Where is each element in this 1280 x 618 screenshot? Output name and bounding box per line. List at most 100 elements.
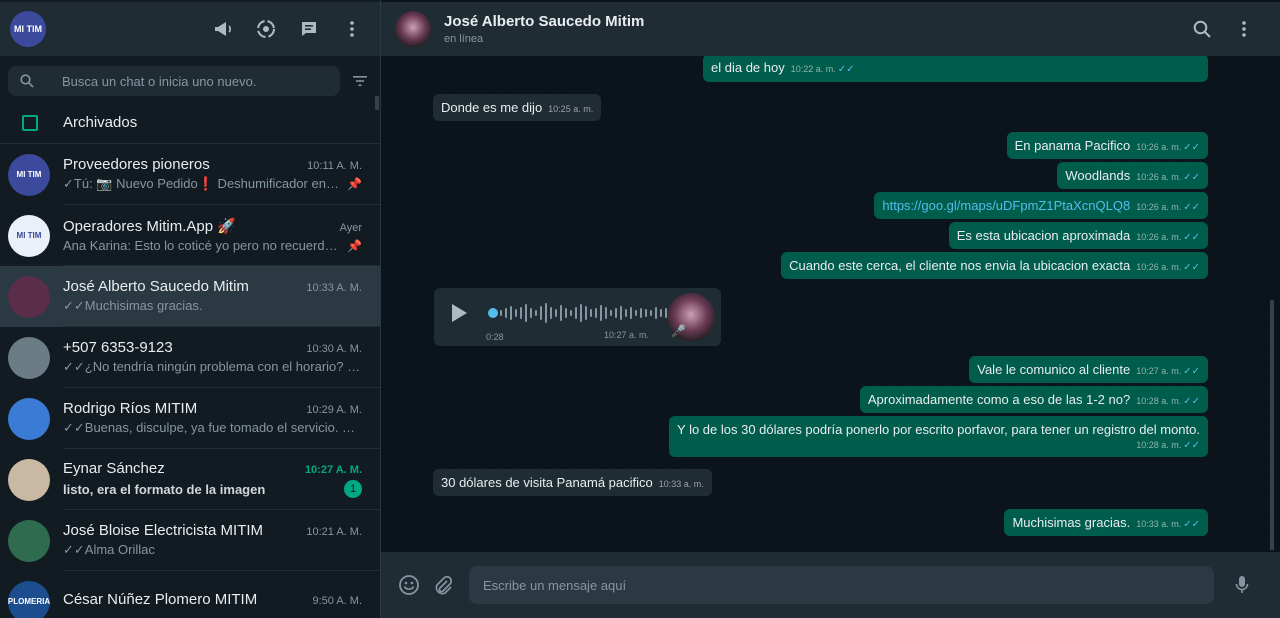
chat-item-body: Rodrigo Ríos MITIM 10:29 A. M. ✓✓Buenas, d… — [63, 388, 380, 449]
chat-list-item[interactable]: +507 6353-9123 10:30 A. M. ✓✓¿No tendría n… — [0, 327, 380, 388]
waveform-bar — [555, 309, 557, 317]
chat-time: 10:11 A. M. — [307, 160, 362, 172]
message-meta: 10:26 a. m. ✓✓ — [1136, 232, 1200, 243]
waveform-bar — [580, 304, 582, 322]
new-chat-icon[interactable] — [297, 17, 321, 41]
voice-progress-handle[interactable] — [488, 308, 498, 318]
chat-item-bottom: listo, era el formato de la imagen 1 — [63, 480, 362, 498]
message-time: 10:28 a. m. — [1136, 440, 1182, 450]
chat-item-body: José Bloise Electricista MITIM 10:21 A. M… — [63, 510, 380, 571]
chat-preview: ✓✓Buenas, disculpe, ya fue tomado el ser… — [63, 420, 362, 435]
waveform-bar — [520, 307, 522, 319]
avatar — [8, 519, 50, 562]
chat-list-item[interactable]: PLOMERIA César Núñez Plomero MITIM 9:50 A.… — [0, 571, 380, 618]
chat-item-top: José Bloise Electricista MITIM 10:21 A. M… — [63, 522, 362, 539]
contact-info[interactable]: José Alberto Saucedo Mitim en línea — [444, 13, 644, 45]
outgoing-message: En panama Pacifico 10:26 a. m. ✓✓ — [1006, 132, 1208, 159]
chat-item-body: Eynar Sánchez 10:27 A. M. listo, era el fo… — [63, 449, 380, 510]
conversation-scrollbar[interactable] — [1270, 300, 1274, 550]
chat-preview: ✓✓¿No tendría ningún problema con el hor… — [63, 359, 362, 374]
message-text: Donde es me dijo — [441, 100, 543, 115]
waveform-bar — [560, 305, 562, 321]
chat-item-bottom: ✓✓Muchisimas gracias. — [63, 298, 362, 314]
chat-preview: ✓✓Alma Orillac — [63, 542, 155, 557]
chat-preview: ✓✓Muchisimas gracias. — [63, 298, 203, 313]
waveform-bar — [585, 306, 587, 320]
waveform-bar — [540, 306, 542, 320]
chat-preview: listo, era el formato de la imagen — [63, 481, 266, 497]
chat-item-top: Proveedores pioneros 10:11 A. M. — [63, 156, 362, 173]
search-icon[interactable] — [1190, 17, 1214, 41]
chat-list-item[interactable]: Rodrigo Ríos MITIM 10:29 A. M. ✓✓Buenas, d… — [0, 388, 380, 449]
chat-item-bottom: Ana Karina: Esto lo coticé yo pero no re… — [63, 238, 362, 253]
contact-status: en línea — [444, 33, 484, 45]
mic-icon[interactable] — [1230, 573, 1254, 597]
archived-row[interactable]: Archivados — [0, 102, 380, 144]
search-box — [8, 66, 340, 96]
message-meta: 10:27 a. m. ✓✓ — [1136, 366, 1200, 377]
chat-name: Eynar Sánchez — [63, 460, 165, 477]
composer — [381, 552, 1280, 618]
waveform-bar — [640, 308, 642, 318]
avatar: PLOMERIA — [8, 580, 50, 618]
filter-icon[interactable] — [348, 69, 372, 93]
chat-list-item[interactable]: Eynar Sánchez 10:27 A. M. listo, era el fo… — [0, 449, 380, 510]
chat-time: 10:29 A. M. — [306, 404, 362, 416]
status-icon[interactable] — [254, 17, 278, 41]
emoji-icon[interactable] — [397, 573, 421, 597]
message-time: 10:27 a. m. — [1136, 366, 1182, 376]
profile-avatar[interactable]: MI TIM — [10, 11, 46, 47]
voice-waveform[interactable] — [500, 302, 690, 324]
chat-name: César Núñez Plomero MITIM — [63, 591, 258, 608]
read-ticks-icon: ✓✓ — [1183, 262, 1200, 273]
chat-name: Operadores Mitim.App 🚀 — [63, 218, 236, 235]
archived-label: Archivados — [63, 114, 138, 131]
message-meta: 10:28 a. m. ✓✓ — [683, 440, 1200, 451]
message-time: 10:25 a. m. — [548, 104, 594, 114]
conversation-header: José Alberto Saucedo Mitim en línea — [381, 2, 1280, 56]
read-ticks-icon: ✓✓ — [1183, 172, 1200, 183]
chat-name: +507 6353-9123 — [63, 339, 173, 356]
message-text: 30 dólares de visita Panamá pacifico — [441, 475, 653, 490]
incoming-message: 30 dólares de visita Panamá pacifico 10:3… — [433, 469, 712, 496]
voice-time: 10:27 a. m. — [604, 330, 650, 340]
waveform-bar — [570, 310, 572, 316]
chat-time: 9:50 A. M. — [312, 595, 362, 607]
chat-time: Ayer — [339, 222, 362, 234]
message-input[interactable] — [483, 577, 1214, 593]
chat-list-item[interactable]: MI TIM Proveedores pioneros 10:11 A. M. ✓Tú… — [0, 144, 380, 205]
chat-item-top: +507 6353-9123 10:30 A. M. — [63, 339, 362, 356]
chat-list-item[interactable]: MI TIM Operadores Mitim.App 🚀 Ayer Ana Kari… — [0, 205, 380, 266]
outgoing-message: Y lo de los 30 dólares podría ponerlo po… — [669, 416, 1208, 457]
waveform-bar — [635, 310, 637, 316]
waveform-bar — [500, 310, 502, 316]
conversation-pane: José Alberto Saucedo Mitim en línea 0:28… — [381, 0, 1280, 618]
chat-list-item[interactable]: José Bloise Electricista MITIM 10:21 A. M… — [0, 510, 380, 571]
chat-item-top: Operadores Mitim.App 🚀 Ayer — [63, 217, 362, 235]
megaphone-icon[interactable] — [211, 17, 235, 41]
waveform-bar — [615, 308, 617, 318]
message-meta: 10:26 a. m. ✓✓ — [1136, 142, 1200, 153]
play-icon[interactable] — [452, 304, 467, 322]
read-ticks-icon: ✓✓ — [1183, 396, 1200, 407]
sidebar-scrollbar[interactable] — [375, 96, 379, 110]
chat-item-top: José Alberto Saucedo Mitim 10:33 A. M. — [63, 278, 362, 295]
message-time: 10:33 a. m. — [1136, 519, 1182, 529]
waveform-bar — [515, 309, 517, 317]
avatar — [8, 275, 50, 318]
outgoing-message: Cuando este cerca, el cliente nos envia … — [781, 252, 1208, 279]
chat-list-item[interactable]: José Alberto Saucedo Mitim 10:33 A. M. ✓✓M… — [0, 266, 380, 327]
menu-icon[interactable] — [1232, 17, 1256, 41]
read-ticks-icon: ✓✓ — [1183, 519, 1200, 530]
search-input[interactable] — [62, 73, 322, 89]
waveform-bar — [550, 307, 552, 319]
outgoing-message: https://goo.gl/maps/uDFpmZ1PtaXcnQLQ8 10:… — [874, 192, 1208, 219]
message-link[interactable]: https://goo.gl/maps/uDFpmZ1PtaXcnQLQ8 — [882, 198, 1130, 213]
attach-icon[interactable] — [431, 573, 455, 597]
outgoing-message: Es esta ubicacion aproximada 10:26 a. m. ✓… — [948, 222, 1208, 249]
contact-avatar[interactable] — [395, 11, 431, 47]
read-ticks-icon: ✓✓ — [1183, 142, 1200, 153]
menu-icon[interactable] — [340, 17, 364, 41]
chat-item-body: César Núñez Plomero MITIM 9:50 A. M. — [63, 571, 380, 618]
message-time: 10:28 a. m. — [1136, 396, 1182, 406]
